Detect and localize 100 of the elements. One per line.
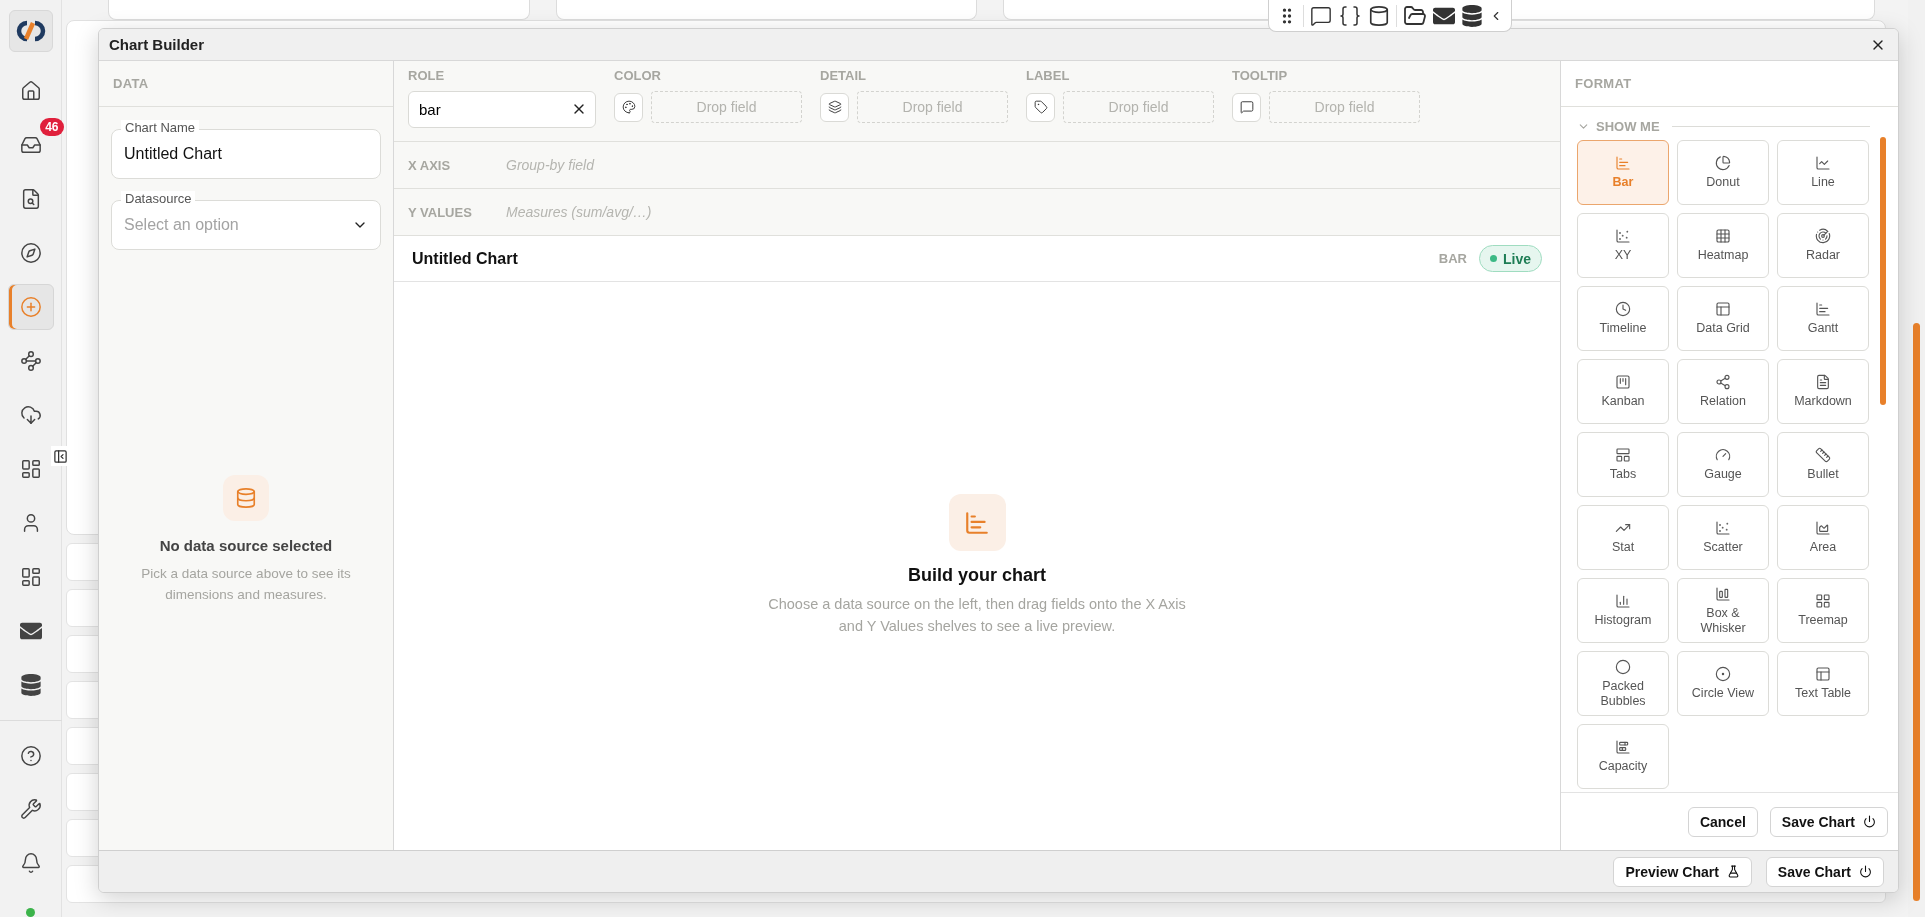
home-icon	[19, 79, 42, 102]
chart-title: Untitled Chart	[412, 249, 519, 268]
layers-icon[interactable]	[820, 92, 849, 122]
cloud-download-icon	[19, 403, 42, 426]
palette-icon[interactable]	[614, 92, 643, 122]
chart-type-label: BAR	[1438, 251, 1467, 266]
chart-type-option[interactable]: Capacity	[1577, 724, 1669, 789]
dialog-title: Chart Builder	[109, 36, 204, 53]
circle-dot-icon	[1715, 666, 1731, 682]
grid-icon	[1815, 593, 1831, 609]
tag-icon[interactable]	[1026, 92, 1055, 122]
chart-type-option[interactable]: Box & Whisker	[1677, 578, 1769, 643]
chart-type-option[interactable]: Timeline	[1577, 286, 1669, 351]
chart-type-option[interactable]: Data Grid	[1677, 286, 1769, 351]
database-icon[interactable]	[1461, 4, 1483, 27]
live-badge: Live	[1479, 245, 1542, 272]
chart-type-option[interactable]: Stat	[1577, 505, 1669, 570]
scrollbar-thumb[interactable]	[1913, 323, 1920, 901]
circle-icon	[1615, 658, 1631, 675]
save-button[interactable]: Save Chart	[1769, 806, 1888, 837]
table-icon	[1815, 666, 1831, 682]
chart-type-option[interactable]: Bullet	[1777, 432, 1869, 497]
kanban-icon	[1615, 374, 1631, 390]
power-icon	[1863, 815, 1876, 828]
chart-type-option[interactable]: Relation	[1677, 359, 1769, 424]
pie-chart-icon	[1715, 155, 1731, 171]
chart-type-option[interactable]: Text Table	[1777, 651, 1869, 716]
column-chart-icon	[1615, 593, 1631, 609]
column-chart-icon	[1715, 585, 1731, 602]
chart-type-option[interactable]: Packed Bubbles	[1577, 651, 1669, 716]
shelf-label: LABEL	[1026, 67, 1071, 85]
database-icon	[19, 673, 42, 696]
chart-type-option[interactable]: XY	[1577, 213, 1669, 278]
chart-type-option[interactable]: Donut	[1677, 140, 1769, 205]
clock-icon	[1615, 301, 1631, 317]
preview-button[interactable]: Preview Chart	[1613, 856, 1752, 887]
empty-state-text: Choose a data source on the left, then drag fields onto the X Axis and Y Values shelves to see a live preview.	[767, 595, 1187, 636]
chart-type-option[interactable]: Tabs	[1577, 432, 1669, 497]
status-dot-icon	[26, 908, 35, 917]
comment-icon[interactable]	[1310, 4, 1332, 27]
chart-type-option[interactable]: Gauge	[1677, 432, 1769, 497]
ruler-icon	[1815, 447, 1831, 463]
bar-chart-icon	[1615, 155, 1631, 171]
chart-type-option[interactable]: Histogram	[1577, 578, 1669, 643]
chart-type-option[interactable]: Circle View	[1677, 651, 1769, 716]
bell-icon	[19, 852, 42, 875]
stacked-bar-icon	[1615, 739, 1631, 755]
collapse-sidebar-button[interactable]	[51, 446, 69, 466]
chart-type-option[interactable]: Kanban	[1577, 359, 1669, 424]
scatter-chart-icon	[1615, 228, 1631, 244]
shelf-label: COLOR	[614, 67, 662, 85]
chart-type-option[interactable]: Line	[1777, 140, 1869, 205]
chart-type-option[interactable]: Markdown	[1777, 359, 1869, 424]
logo-icon[interactable]	[8, 10, 53, 52]
database-icon	[235, 487, 257, 510]
shelf-label: ROLE	[408, 67, 446, 85]
panel-heading: FORMAT	[1575, 76, 1632, 91]
shelf-label: DETAIL	[820, 67, 867, 85]
chart-type-option[interactable]: Heatmap	[1677, 213, 1769, 278]
share-icon	[1715, 374, 1731, 390]
flask-icon	[1726, 865, 1740, 878]
layout-icon	[1615, 447, 1631, 463]
scrollbar-thumb[interactable]	[1880, 137, 1886, 405]
line-chart-icon	[1815, 155, 1831, 171]
document-icon	[1815, 374, 1831, 390]
chart-type-option[interactable]: Radar	[1777, 213, 1869, 278]
empty-state-title: No data source selected	[159, 537, 333, 555]
shelf-label: X AXIS	[408, 157, 452, 173]
role-input[interactable]: bar	[408, 91, 596, 128]
grid-icon	[1715, 228, 1731, 244]
panel-heading: DATA	[113, 76, 149, 91]
scatter-chart-icon	[1715, 520, 1731, 536]
chart-type-option[interactable]: Area	[1777, 505, 1869, 570]
save-button[interactable]: Save Chart	[1765, 856, 1884, 887]
dashboard-icon	[19, 457, 42, 480]
help-icon	[19, 744, 42, 767]
chart-type-option[interactable]: Gantt	[1777, 286, 1869, 351]
compass-icon	[19, 241, 42, 264]
power-icon	[1859, 865, 1872, 878]
cancel-button[interactable]: Cancel	[1687, 806, 1758, 837]
bar-chart-icon	[964, 509, 990, 536]
bucket-icon[interactable]	[1368, 4, 1390, 27]
dashboard-icon	[19, 565, 42, 588]
shelf-label: TOOLTIP	[1232, 67, 1289, 85]
table-icon	[1715, 301, 1731, 317]
tools-icon	[19, 798, 42, 821]
shelf-label: Y VALUES	[408, 204, 473, 220]
empty-state-text: Pick a data source above to see its dimensions and measures.	[140, 565, 352, 604]
count-badge: 46	[40, 117, 64, 136]
gauge-icon	[1715, 447, 1731, 463]
empty-state-title: Build your chart	[908, 565, 1046, 587]
chart-type-option[interactable]: Treemap	[1777, 578, 1869, 643]
radar-icon	[1815, 228, 1831, 244]
nodes-icon	[19, 349, 42, 372]
area-chart-icon	[1815, 520, 1831, 536]
plus-circle-icon	[19, 295, 42, 318]
bar-chart-icon	[1815, 301, 1831, 317]
braces-icon[interactable]	[1338, 3, 1362, 28]
folder-icon[interactable]	[1403, 3, 1427, 28]
chart-type-option[interactable]: Scatter	[1677, 505, 1769, 570]
